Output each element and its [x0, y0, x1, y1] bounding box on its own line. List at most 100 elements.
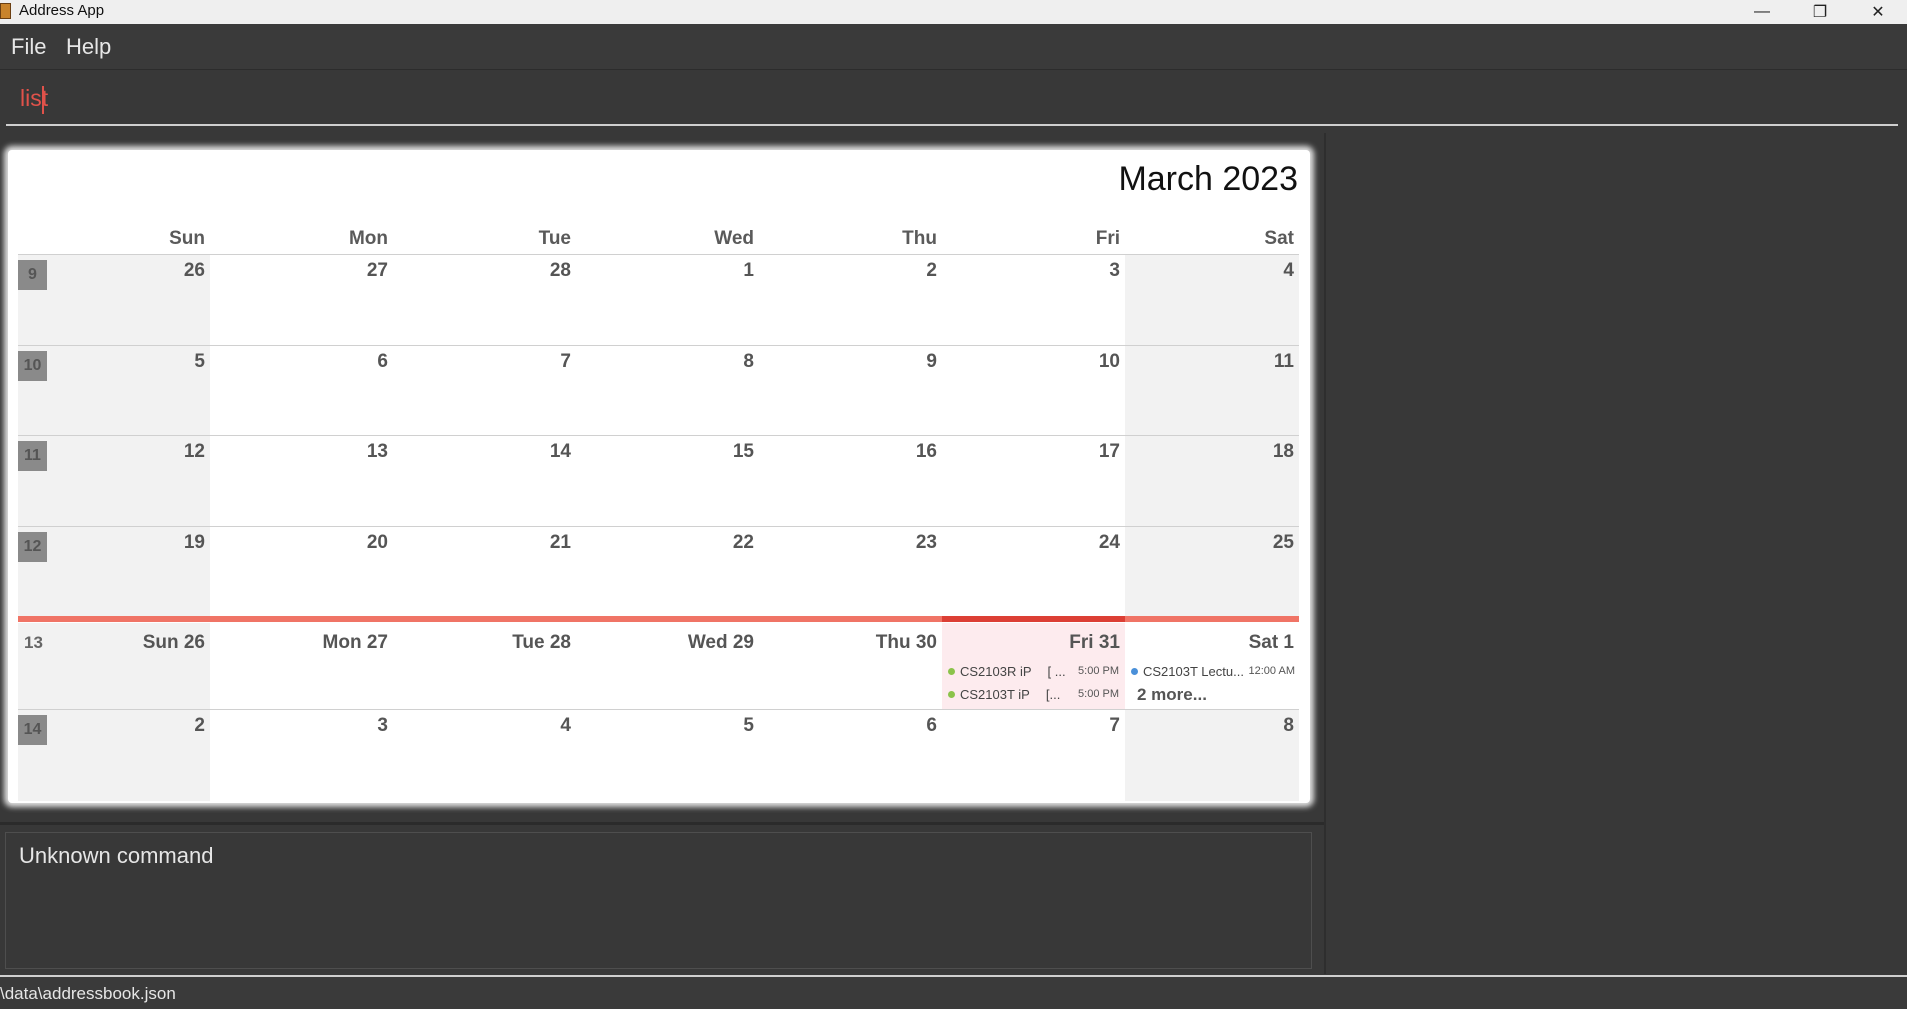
day-cell[interactable]: Mon 27 — [210, 623, 393, 709]
week-row: 2 3 4 5 6 7 8 14 — [18, 709, 1299, 801]
day-cell[interactable]: 20 — [210, 527, 393, 617]
day-number: 19 — [183, 532, 205, 553]
event-title: CS2103T Lectu... — [1143, 663, 1244, 679]
day-number: 22 — [732, 532, 754, 553]
day-cell[interactable]: Sun 26 — [18, 623, 210, 709]
day-cell[interactable]: 11 — [1125, 346, 1299, 436]
day-of-week-header: Tue — [538, 228, 571, 249]
day-cell[interactable]: 10 — [942, 346, 1125, 436]
day-number: 20 — [366, 532, 388, 553]
day-cell[interactable]: 4 — [393, 710, 576, 801]
calendar-panel: March 2023 Sun Mon Tue Wed Thu Fri Sat 26 27 28 1 2… — [8, 150, 1310, 803]
day-cell[interactable]: 7 — [942, 710, 1125, 801]
day-of-week-header: Thu — [902, 228, 937, 249]
menu-help[interactable]: Help — [66, 34, 111, 60]
day-number: 17 — [1098, 441, 1120, 462]
week-row: 5 6 7 8 9 10 11 10 — [18, 345, 1299, 436]
day-number: 14 — [549, 441, 571, 462]
day-cell[interactable]: 27 — [210, 255, 393, 346]
week-number-badge: 12 — [18, 532, 47, 562]
title-bar: Address App — ❐ ✕ — [0, 0, 1907, 24]
event-title: CS2103T iP — [960, 686, 1030, 702]
day-number: 11 — [1273, 351, 1294, 372]
week-number-badge: 10 — [18, 351, 47, 381]
event-extra: [... — [1045, 686, 1061, 702]
day-number: Fri 31 — [1069, 632, 1120, 653]
close-button[interactable]: ✕ — [1849, 0, 1907, 24]
day-cell[interactable]: 4 — [1125, 255, 1299, 346]
day-cell[interactable]: Tue 28 — [393, 623, 576, 709]
day-number: 24 — [1098, 532, 1120, 553]
day-cell[interactable]: 22 — [576, 527, 759, 617]
day-cell[interactable]: 6 — [759, 710, 942, 801]
calendar-event[interactable]: CS2103R iP [ ... 5:00 PM — [948, 661, 1119, 681]
day-number: 6 — [926, 715, 937, 736]
day-cell[interactable]: 15 — [576, 436, 759, 527]
day-cell[interactable]: 8 — [576, 346, 759, 436]
day-cell[interactable]: 2 — [759, 255, 942, 346]
day-number: 8 — [743, 351, 754, 372]
day-number: 28 — [549, 260, 571, 281]
day-number: 26 — [183, 260, 205, 281]
day-cell[interactable]: 5 — [576, 710, 759, 801]
calendar-event[interactable]: CS2103T Lectu... 12:00 AM — [1131, 661, 1295, 681]
day-number: 12 — [183, 441, 205, 462]
day-number: 7 — [1109, 715, 1120, 736]
day-cell[interactable]: 9 — [759, 346, 942, 436]
day-cell[interactable]: 24 — [942, 527, 1125, 617]
day-cell[interactable]: 3 — [942, 255, 1125, 346]
calendar-event[interactable]: CS2103T iP [... 5:00 PM — [948, 684, 1119, 704]
day-number: 2 — [194, 715, 205, 736]
day-cell[interactable]: Thu 30 — [759, 623, 942, 709]
day-cell[interactable]: 8 — [1125, 710, 1299, 801]
day-number: 3 — [377, 715, 388, 736]
command-input[interactable] — [18, 84, 1022, 113]
day-cell[interactable]: 3 — [210, 710, 393, 801]
day-number: 5 — [743, 715, 754, 736]
event-dot-icon — [948, 690, 955, 698]
day-cell[interactable]: 25 — [1125, 527, 1299, 617]
day-number: 10 — [1098, 351, 1120, 372]
more-events-link[interactable]: 2 more... — [1137, 685, 1207, 705]
day-cell[interactable]: 18 — [1125, 436, 1299, 527]
calendar-month-title: March 2023 — [1118, 160, 1298, 198]
day-cell[interactable]: 17 — [942, 436, 1125, 527]
minimize-button[interactable]: — — [1733, 0, 1791, 24]
day-cell[interactable]: 6 — [210, 346, 393, 436]
event-title: CS2103R iP — [960, 663, 1032, 679]
day-cell[interactable]: 13 — [210, 436, 393, 527]
day-number: 15 — [732, 441, 754, 462]
event-dot-icon — [1131, 667, 1138, 675]
day-cell[interactable]: 21 — [393, 527, 576, 617]
day-of-week-header: Sat — [1264, 228, 1294, 249]
day-cell[interactable]: 16 — [759, 436, 942, 527]
day-number: 8 — [1283, 715, 1294, 736]
day-number: 27 — [366, 260, 388, 281]
day-of-week-header: Wed — [714, 228, 754, 249]
menu-bar: File Help — [0, 24, 1907, 70]
day-cell[interactable]: 14 — [393, 436, 576, 527]
event-time: 5:00 PM — [1078, 665, 1119, 677]
panel-divider — [0, 822, 1324, 825]
app-icon — [0, 3, 11, 19]
status-bar: \data\addressbook.json — [0, 975, 1907, 1009]
maximize-button[interactable]: ❐ — [1791, 0, 1849, 24]
day-cell[interactable]: Wed 29 — [576, 623, 759, 709]
day-cell[interactable]: 28 — [393, 255, 576, 346]
text-caret — [42, 86, 44, 114]
day-number: 9 — [926, 351, 937, 372]
day-number: 1 — [743, 260, 754, 281]
day-cell[interactable]: 23 — [759, 527, 942, 617]
day-number: 23 — [915, 532, 937, 553]
day-cell[interactable]: 7 — [393, 346, 576, 436]
day-cell[interactable]: 1 — [576, 255, 759, 346]
day-number: 25 — [1272, 532, 1294, 553]
current-week-row: Sun 26 Mon 27 Tue 28 Wed 29 Thu 30 Fri 31 Sat … — [18, 616, 1299, 709]
week-number-badge: 9 — [18, 260, 47, 290]
day-number: Tue 28 — [512, 632, 571, 653]
day-number: Wed 29 — [687, 632, 754, 653]
day-of-week-header: Mon — [348, 228, 388, 249]
week-number: 13 — [24, 633, 43, 652]
menu-file[interactable]: File — [11, 34, 46, 60]
week-row: 19 20 21 22 23 24 25 12 — [18, 526, 1299, 617]
